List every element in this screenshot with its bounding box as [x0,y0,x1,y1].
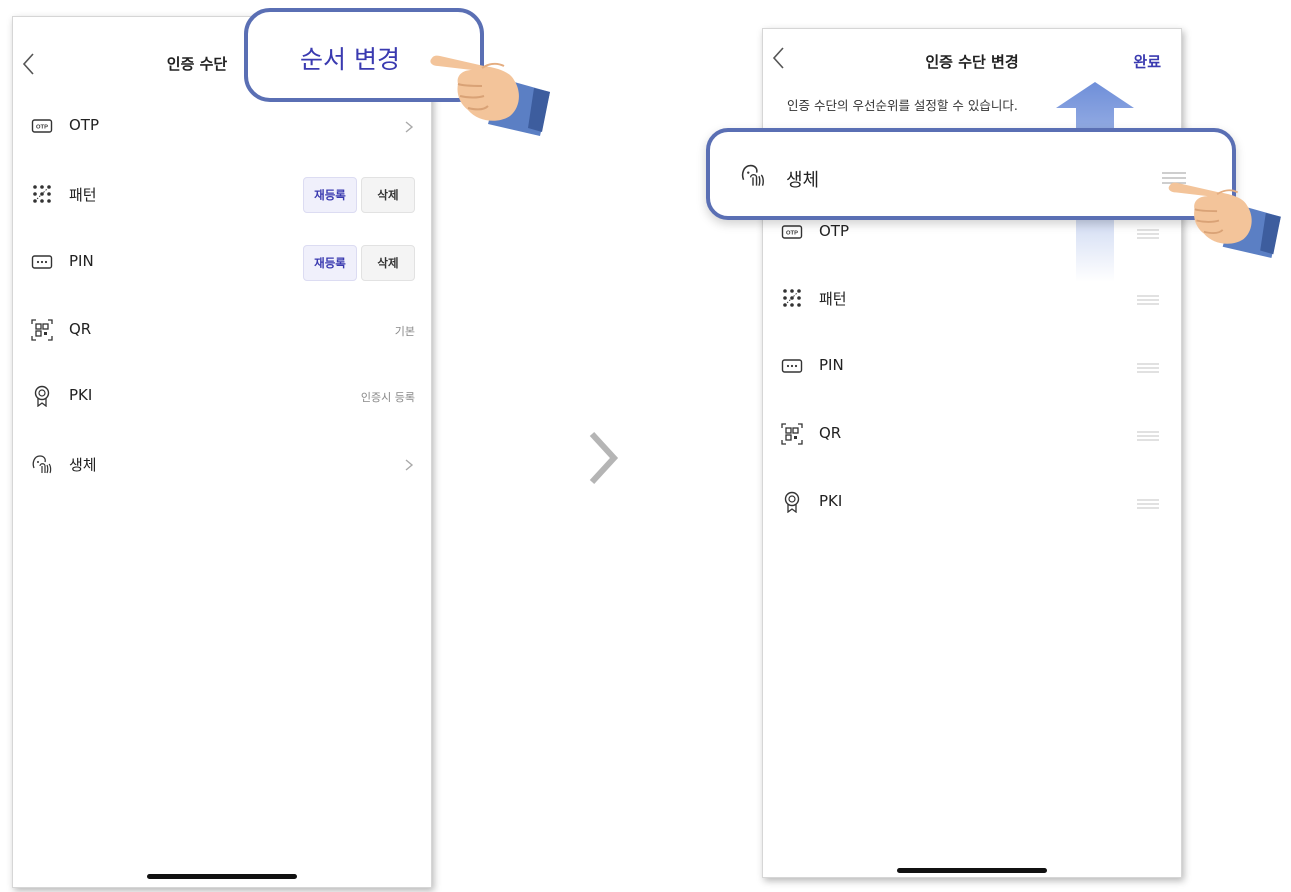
list-item-biometric[interactable]: 생체 [13,435,431,495]
qr-icon [781,423,803,445]
chevron-right-icon[interactable] [403,455,415,475]
biometric-icon [740,162,766,188]
chevron-right-icon [589,431,619,485]
pointing-hand-icon [1168,182,1281,258]
drag-handle-icon[interactable] [1137,499,1159,509]
list-item-qr: QR 기본 [13,301,431,361]
subtitle: 인증 수단의 우선순위를 설정할 수 있습니다. [787,98,1018,113]
done-button[interactable]: 완료 [1133,51,1161,72]
list-item-pin: PIN [763,337,1181,397]
status-note: 기본 [394,325,415,338]
list-item-pattern: 패턴 재등록 삭제 [13,165,431,225]
item-label: 생체 [786,170,820,191]
drag-handle-icon[interactable] [1137,431,1159,441]
list-item-pin: PIN 재등록 삭제 [13,233,431,293]
item-label: QR [819,424,842,442]
drag-handle-icon[interactable] [1137,229,1159,239]
item-label: PIN [69,252,94,270]
otp-icon: OTP [31,115,53,137]
item-label: 생체 [69,456,97,474]
dragged-item-biometric[interactable]: 생체 [706,128,1236,220]
delete-button[interactable]: 삭제 [361,177,415,213]
item-label: 패턴 [69,186,97,204]
status-note: 인증시 등록 [360,391,415,404]
pointing-hand-icon [430,55,550,136]
list-item-otp[interactable]: OTP OTP [13,97,431,157]
pki-icon [31,385,53,407]
pin-icon [31,251,53,273]
home-indicator [897,868,1047,873]
svg-text:OTP: OTP [36,125,48,131]
item-label: QR [69,320,92,338]
qr-icon [31,319,53,341]
chevron-right-icon[interactable] [403,117,415,137]
list-item-pki: PKI 인증시 등록 [13,367,431,427]
home-indicator [147,874,297,879]
item-label: PKI [69,386,93,404]
item-label: OTP [819,222,850,240]
item-label: OTP [69,116,100,134]
list-item-pki: PKI [763,473,1181,533]
item-label: PKI [819,492,843,510]
item-label: PIN [819,356,844,374]
phone-screen-auth-methods: 인증 수단 OTP OTP 패턴 재등록 삭제 PIN 재등록 삭제 QR 기본 [12,16,432,888]
reorder-callout-text: 순서 변경 [300,45,400,74]
svg-text:OTP: OTP [786,231,798,237]
pattern-icon [31,183,53,205]
pattern-icon [781,287,803,309]
re-register-button[interactable]: 재등록 [303,245,357,281]
biometric-icon [31,453,53,475]
otp-icon: OTP [781,221,803,243]
page-title: 인증 수단 변경 [925,53,1019,71]
list-item-qr: QR [763,405,1181,465]
pki-icon [781,491,803,513]
item-label: 패턴 [819,290,847,308]
drag-handle-icon[interactable] [1137,295,1159,305]
delete-button[interactable]: 삭제 [361,245,415,281]
drag-handle-icon[interactable] [1137,363,1159,373]
re-register-button[interactable]: 재등록 [303,177,357,213]
pin-icon [781,355,803,377]
